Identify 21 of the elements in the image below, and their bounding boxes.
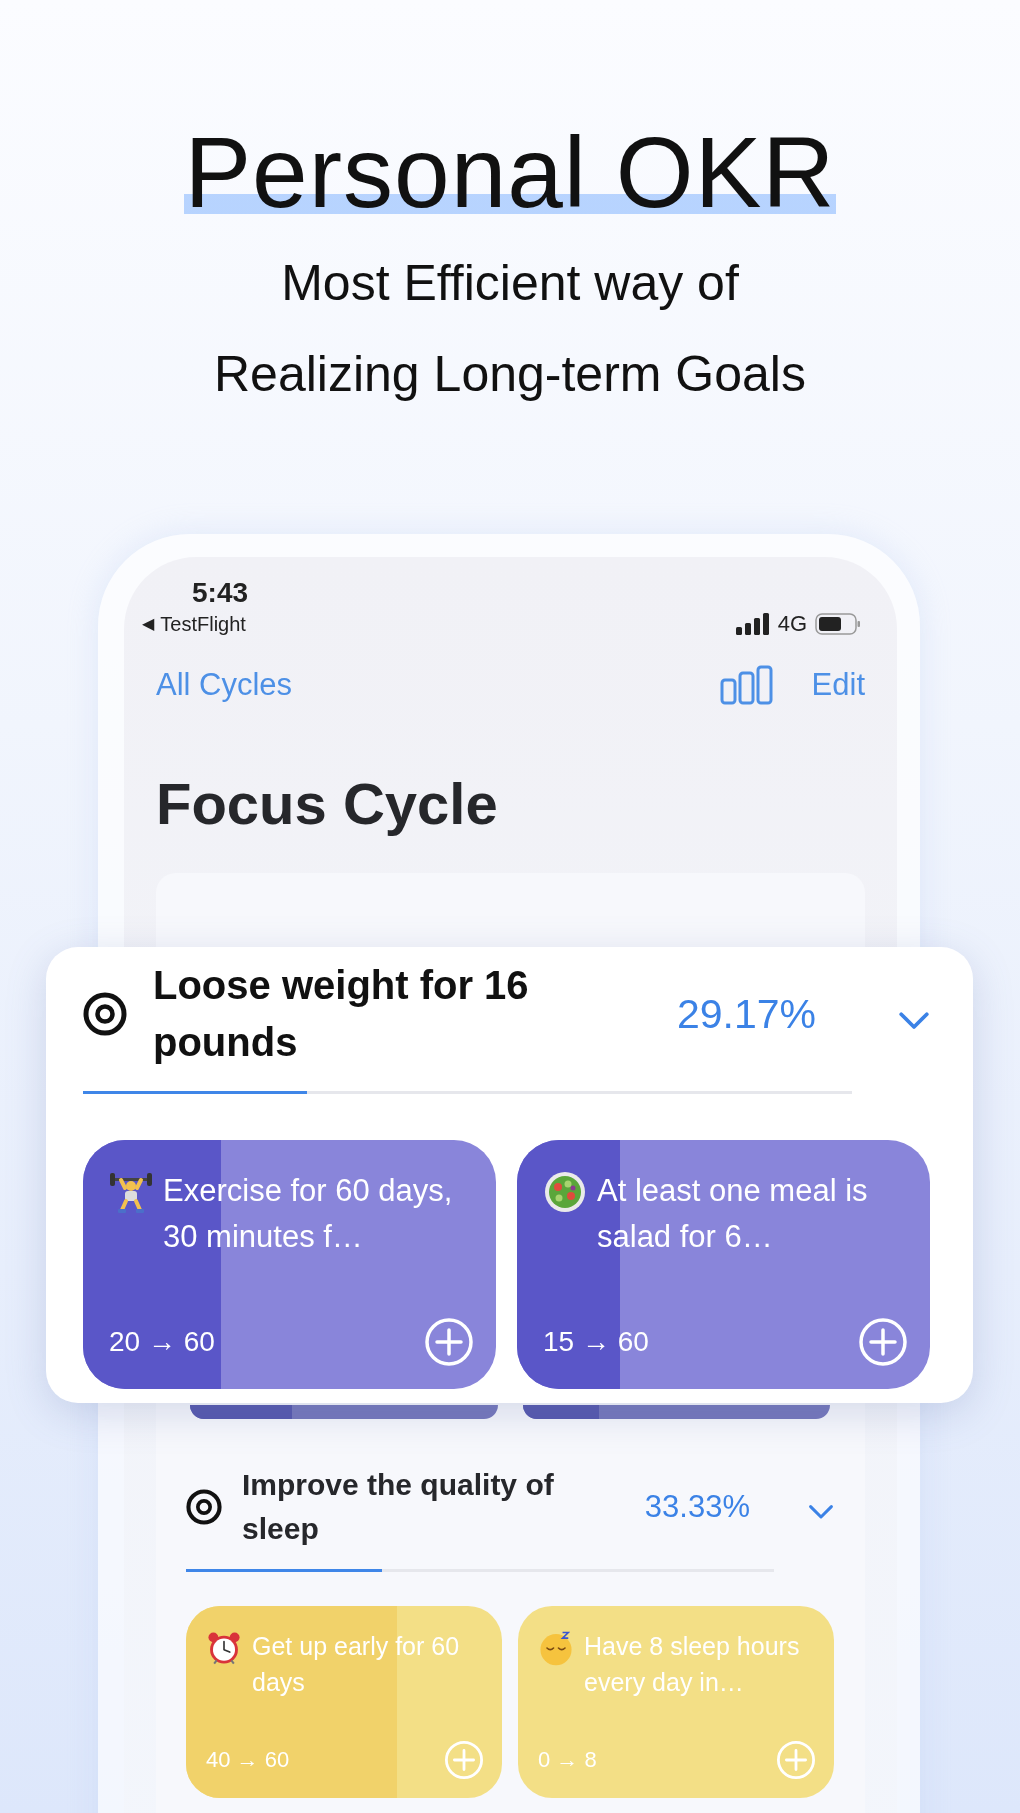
- network-type: 4G: [777, 611, 807, 637]
- key-result-card[interactable]: Exercise for 60 days, 30 minutes f… 20 → 60: [83, 1140, 496, 1389]
- subtitle: Realizing Long-term Goals: [214, 345, 806, 404]
- objective-title: Improve the quality of sleep: [242, 1467, 555, 1547]
- objective-title: Loose weight for 16 pounds: [153, 962, 530, 1066]
- key-result-title: Have 8 sleep hours every day in…: [584, 1631, 801, 1698]
- key-result-title: At least one meal is salad for 6…: [597, 1172, 869, 1256]
- key-result-title: Exercise for 60 days, 30 minutes f…: [163, 1172, 454, 1256]
- key-result-title: Get up early for 60 days: [252, 1631, 461, 1698]
- key-result-card[interactable]: At least one meal is salad for 6… 15 → 60: [517, 1140, 930, 1389]
- back-app-link[interactable]: TestFlight: [160, 611, 246, 637]
- status-time: 5:43: [192, 576, 249, 610]
- back-arrow[interactable]: ◀: [142, 611, 155, 637]
- progress-text: 40 → 60: [206, 1747, 290, 1773]
- progress-text: 0 → 8: [538, 1747, 597, 1773]
- progress-text: 20 → 60: [109, 1326, 215, 1358]
- objective-percent: 29.17%: [676, 990, 816, 1038]
- subtitle: Most Efficient way of: [281, 254, 739, 313]
- progress-text: 15 → 60: [543, 1326, 649, 1358]
- page-title: Focus Cycle: [156, 770, 499, 838]
- objective-percent: 33.33%: [644, 1489, 750, 1525]
